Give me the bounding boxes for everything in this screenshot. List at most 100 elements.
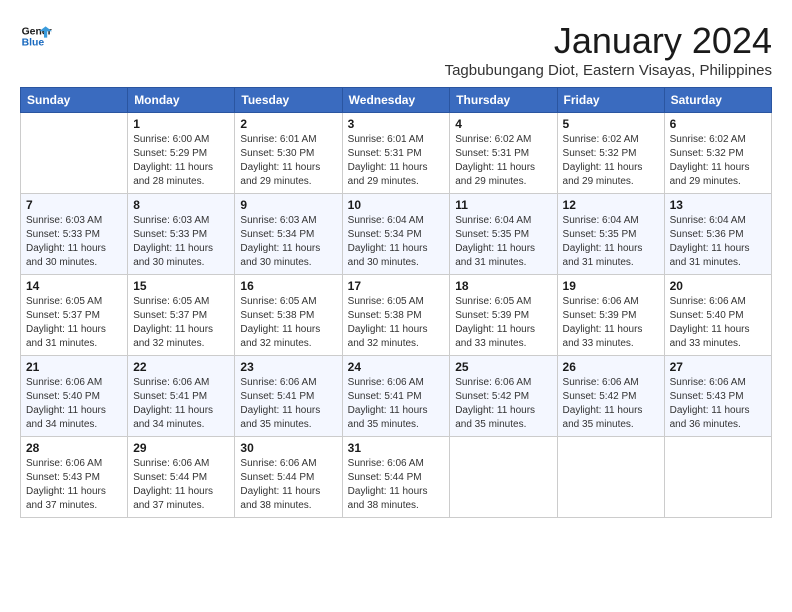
- day-cell: 30 Sunrise: 6:06 AMSunset: 5:44 PMDayligh…: [235, 437, 342, 518]
- day-number: 8: [133, 198, 229, 212]
- day-cell: 16 Sunrise: 6:05 AMSunset: 5:38 PMDayligh…: [235, 275, 342, 356]
- day-info: Sunrise: 6:02 AMSunset: 5:31 PMDaylight:…: [455, 133, 551, 189]
- day-info: Sunrise: 6:06 AMSunset: 5:41 PMDaylight:…: [133, 376, 229, 432]
- day-number: 20: [670, 279, 766, 293]
- day-info: Sunrise: 6:05 AMSunset: 5:38 PMDaylight:…: [240, 295, 336, 351]
- day-number: 21: [26, 360, 122, 374]
- day-info: Sunrise: 6:04 AMSunset: 5:35 PMDaylight:…: [455, 214, 551, 270]
- week-row-1: 1 Sunrise: 6:00 AMSunset: 5:29 PMDaylight…: [21, 113, 772, 194]
- col-header-sunday: Sunday: [21, 88, 128, 113]
- day-info: Sunrise: 6:06 AMSunset: 5:42 PMDaylight:…: [563, 376, 659, 432]
- day-number: 13: [670, 198, 766, 212]
- day-cell: 28 Sunrise: 6:06 AMSunset: 5:43 PMDayligh…: [21, 437, 128, 518]
- day-number: 15: [133, 279, 229, 293]
- day-number: 26: [563, 360, 659, 374]
- day-info: Sunrise: 6:03 AMSunset: 5:33 PMDaylight:…: [133, 214, 229, 270]
- day-cell: 17 Sunrise: 6:05 AMSunset: 5:38 PMDayligh…: [342, 275, 450, 356]
- logo-icon: General Blue: [20, 20, 52, 52]
- day-number: 18: [455, 279, 551, 293]
- day-number: 4: [455, 117, 551, 131]
- day-cell: 19 Sunrise: 6:06 AMSunset: 5:39 PMDayligh…: [557, 275, 664, 356]
- day-cell: 9 Sunrise: 6:03 AMSunset: 5:34 PMDaylight…: [235, 194, 342, 275]
- day-cell: 7 Sunrise: 6:03 AMSunset: 5:33 PMDaylight…: [21, 194, 128, 275]
- day-info: Sunrise: 6:06 AMSunset: 5:41 PMDaylight:…: [348, 376, 445, 432]
- day-cell: 29 Sunrise: 6:06 AMSunset: 5:44 PMDayligh…: [128, 437, 235, 518]
- day-number: 24: [348, 360, 445, 374]
- day-cell: 31 Sunrise: 6:06 AMSunset: 5:44 PMDayligh…: [342, 437, 450, 518]
- day-number: 1: [133, 117, 229, 131]
- col-header-wednesday: Wednesday: [342, 88, 450, 113]
- day-info: Sunrise: 6:00 AMSunset: 5:29 PMDaylight:…: [133, 133, 229, 189]
- calendar-table: SundayMondayTuesdayWednesdayThursdayFrid…: [20, 87, 772, 518]
- day-info: Sunrise: 6:02 AMSunset: 5:32 PMDaylight:…: [670, 133, 766, 189]
- day-number: 9: [240, 198, 336, 212]
- day-info: Sunrise: 6:04 AMSunset: 5:35 PMDaylight:…: [563, 214, 659, 270]
- day-info: Sunrise: 6:03 AMSunset: 5:33 PMDaylight:…: [26, 214, 122, 270]
- day-cell: 8 Sunrise: 6:03 AMSunset: 5:33 PMDaylight…: [128, 194, 235, 275]
- week-row-5: 28 Sunrise: 6:06 AMSunset: 5:43 PMDayligh…: [21, 437, 772, 518]
- header-row: SundayMondayTuesdayWednesdayThursdayFrid…: [21, 88, 772, 113]
- week-row-3: 14 Sunrise: 6:05 AMSunset: 5:37 PMDayligh…: [21, 275, 772, 356]
- logo: General Blue General Blue: [20, 20, 52, 52]
- svg-text:Blue: Blue: [22, 38, 45, 49]
- day-cell: 5Sunrise: 6:02 AMSunset: 5:32 PMDaylight…: [557, 113, 664, 194]
- day-cell: 20 Sunrise: 6:06 AMSunset: 5:40 PMDayligh…: [664, 275, 771, 356]
- col-header-friday: Friday: [557, 88, 664, 113]
- col-header-saturday: Saturday: [664, 88, 771, 113]
- month-title: January 2024: [445, 20, 772, 62]
- day-number: 2: [240, 117, 336, 131]
- col-header-thursday: Thursday: [450, 88, 557, 113]
- day-cell: 15 Sunrise: 6:05 AMSunset: 5:37 PMDayligh…: [128, 275, 235, 356]
- day-cell: 10 Sunrise: 6:04 AMSunset: 5:34 PMDayligh…: [342, 194, 450, 275]
- day-info: Sunrise: 6:06 AMSunset: 5:40 PMDaylight:…: [670, 295, 766, 351]
- day-info: Sunrise: 6:03 AMSunset: 5:34 PMDaylight:…: [240, 214, 336, 270]
- day-number: 22: [133, 360, 229, 374]
- day-cell: 2 Sunrise: 6:01 AMSunset: 5:30 PMDaylight…: [235, 113, 342, 194]
- day-info: Sunrise: 6:06 AMSunset: 5:44 PMDaylight:…: [348, 457, 445, 513]
- day-number: 25: [455, 360, 551, 374]
- day-number: 29: [133, 441, 229, 455]
- day-info: Sunrise: 6:05 AMSunset: 5:37 PMDaylight:…: [133, 295, 229, 351]
- week-row-4: 21Sunrise: 6:06 AMSunset: 5:40 PMDayligh…: [21, 356, 772, 437]
- col-header-tuesday: Tuesday: [235, 88, 342, 113]
- day-number: 11: [455, 198, 551, 212]
- day-number: 7: [26, 198, 122, 212]
- day-number: 6: [670, 117, 766, 131]
- day-cell: 11 Sunrise: 6:04 AMSunset: 5:35 PMDayligh…: [450, 194, 557, 275]
- day-info: Sunrise: 6:06 AMSunset: 5:43 PMDaylight:…: [26, 457, 122, 513]
- day-cell: 27 Sunrise: 6:06 AMSunset: 5:43 PMDayligh…: [664, 356, 771, 437]
- day-number: 5: [563, 117, 659, 131]
- day-number: 16: [240, 279, 336, 293]
- day-cell: 22 Sunrise: 6:06 AMSunset: 5:41 PMDayligh…: [128, 356, 235, 437]
- day-number: 12: [563, 198, 659, 212]
- day-info: Sunrise: 6:05 AMSunset: 5:39 PMDaylight:…: [455, 295, 551, 351]
- day-cell: 25Sunrise: 6:06 AMSunset: 5:42 PMDayligh…: [450, 356, 557, 437]
- day-number: 23: [240, 360, 336, 374]
- day-number: 31: [348, 441, 445, 455]
- day-cell: 4 Sunrise: 6:02 AMSunset: 5:31 PMDaylight…: [450, 113, 557, 194]
- day-number: 28: [26, 441, 122, 455]
- day-cell: 1 Sunrise: 6:00 AMSunset: 5:29 PMDaylight…: [128, 113, 235, 194]
- day-info: Sunrise: 6:06 AMSunset: 5:44 PMDaylight:…: [133, 457, 229, 513]
- day-number: 14: [26, 279, 122, 293]
- day-number: 19: [563, 279, 659, 293]
- day-info: Sunrise: 6:06 AMSunset: 5:44 PMDaylight:…: [240, 457, 336, 513]
- day-number: 17: [348, 279, 445, 293]
- day-cell: 23Sunrise: 6:06 AMSunset: 5:41 PMDayligh…: [235, 356, 342, 437]
- location-title: Tagbubungang Diot, Eastern Visayas, Phil…: [445, 62, 772, 79]
- day-info: Sunrise: 6:01 AMSunset: 5:30 PMDaylight:…: [240, 133, 336, 189]
- day-number: 3: [348, 117, 445, 131]
- day-number: 27: [670, 360, 766, 374]
- day-info: Sunrise: 6:05 AMSunset: 5:38 PMDaylight:…: [348, 295, 445, 351]
- day-cell: 18 Sunrise: 6:05 AMSunset: 5:39 PMDayligh…: [450, 275, 557, 356]
- header: General Blue General Blue January 2024 T…: [20, 20, 772, 79]
- day-cell: [557, 437, 664, 518]
- day-number: 30: [240, 441, 336, 455]
- day-info: Sunrise: 6:05 AMSunset: 5:37 PMDaylight:…: [26, 295, 122, 351]
- title-section: January 2024 Tagbubungang Diot, Eastern …: [445, 20, 772, 79]
- day-info: Sunrise: 6:04 AMSunset: 5:34 PMDaylight:…: [348, 214, 445, 270]
- day-info: Sunrise: 6:06 AMSunset: 5:43 PMDaylight:…: [670, 376, 766, 432]
- day-cell: 13Sunrise: 6:04 AMSunset: 5:36 PMDayligh…: [664, 194, 771, 275]
- day-info: Sunrise: 6:06 AMSunset: 5:39 PMDaylight:…: [563, 295, 659, 351]
- day-number: 10: [348, 198, 445, 212]
